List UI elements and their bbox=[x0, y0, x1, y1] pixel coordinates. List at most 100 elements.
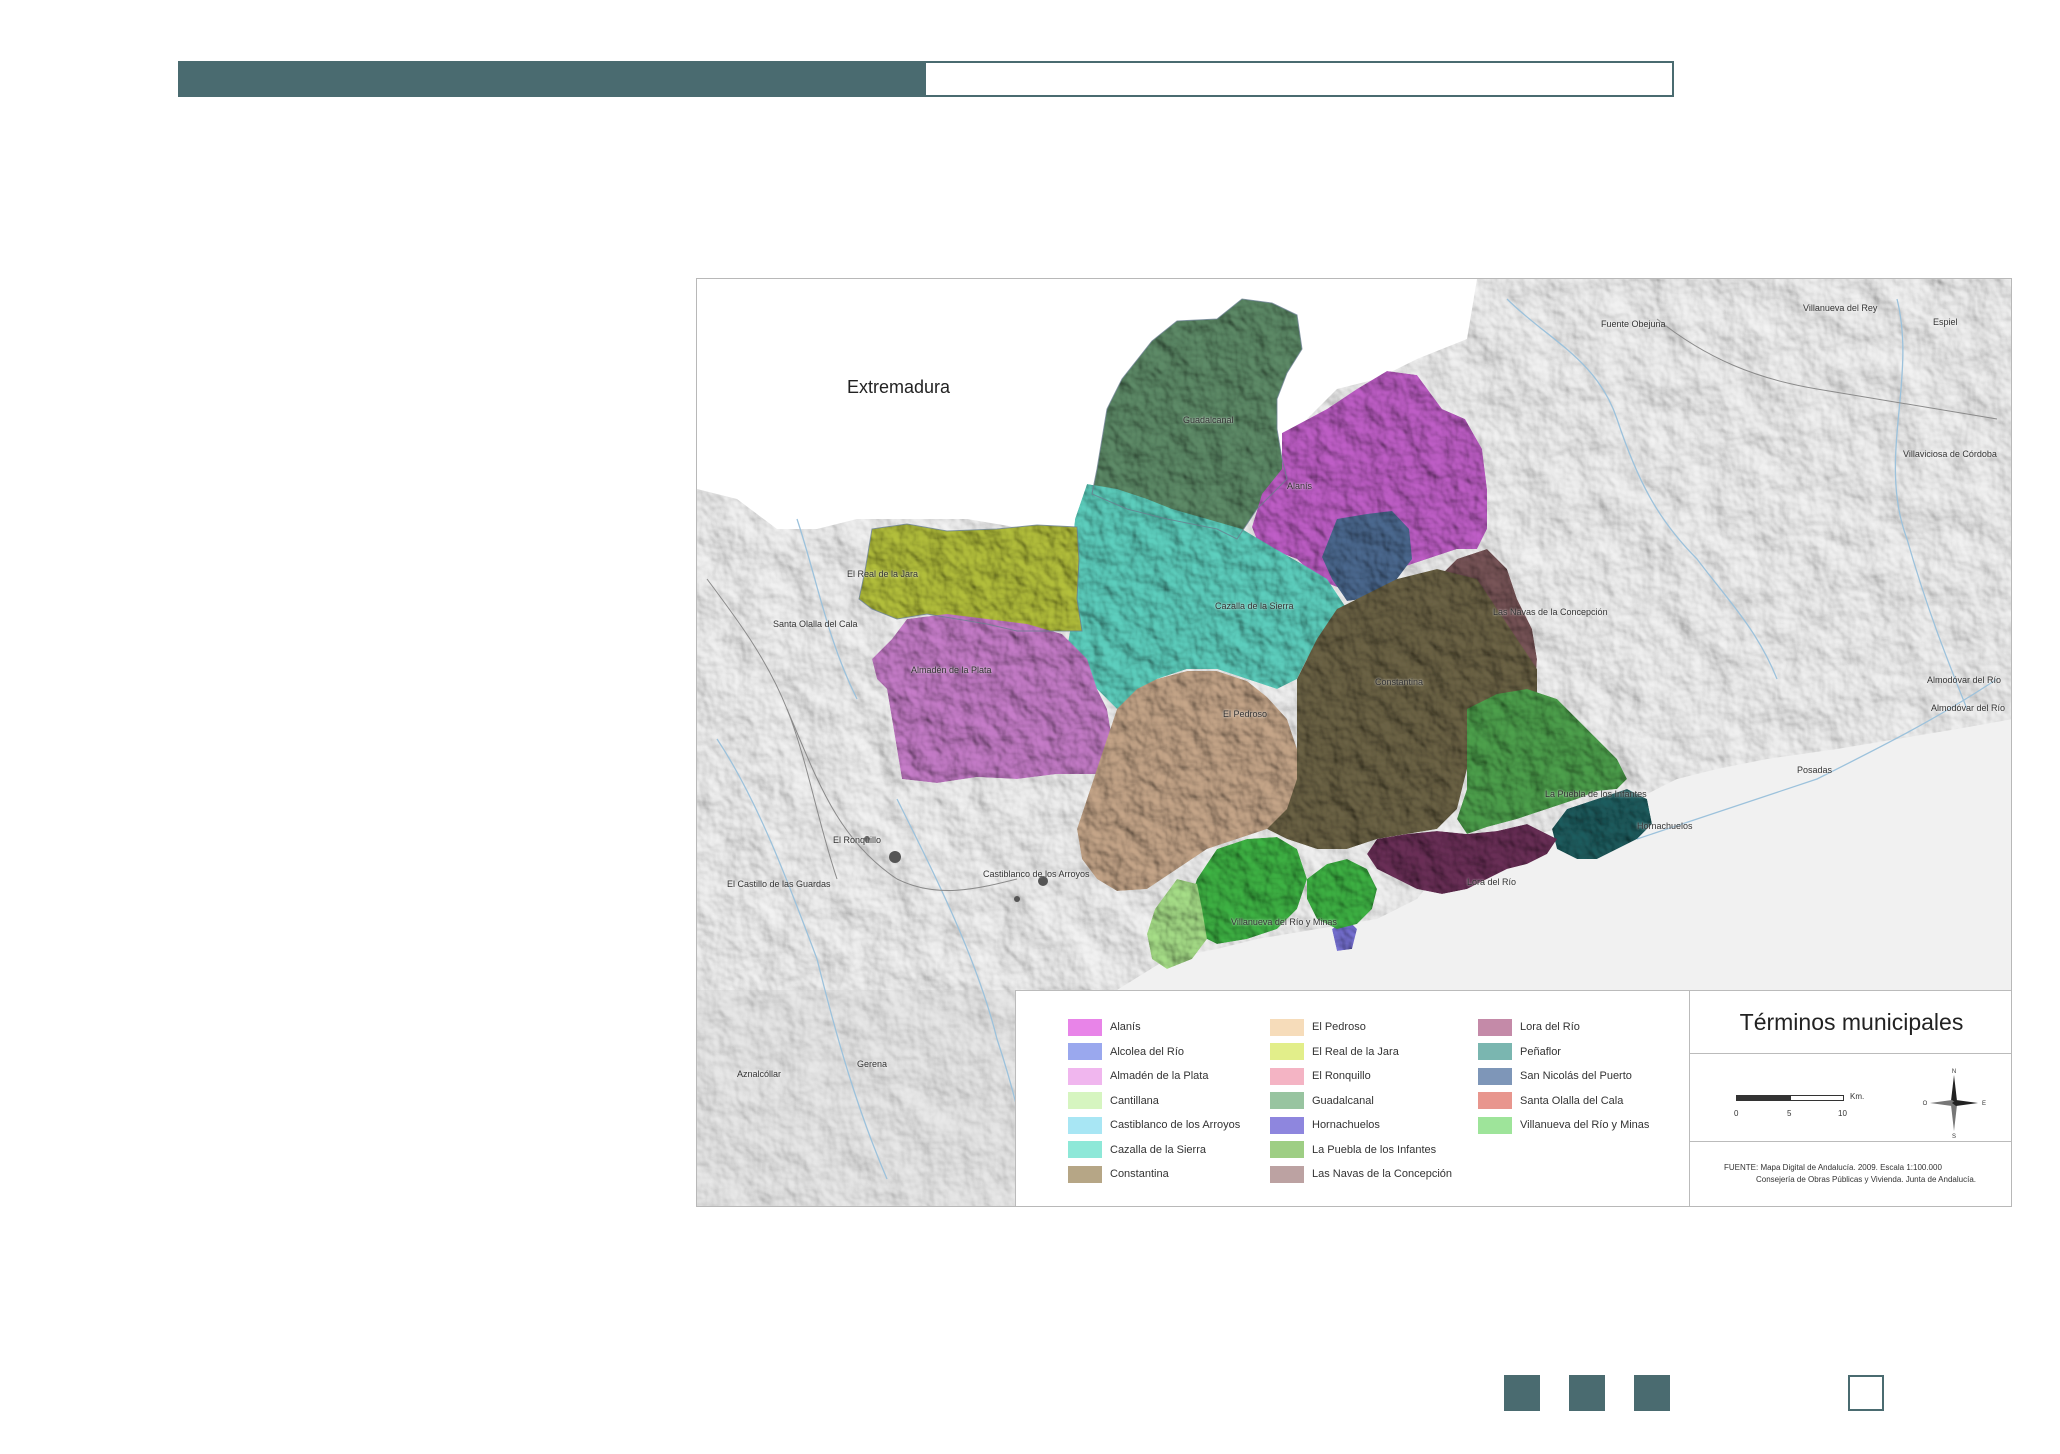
legend-label: Guadalcanal bbox=[1312, 1094, 1374, 1107]
compass-s: S bbox=[1952, 1134, 1956, 1139]
legend-item: Constantina bbox=[1068, 1162, 1240, 1187]
scale-tick: 0 bbox=[1734, 1109, 1739, 1118]
legend-label: El Ronquillo bbox=[1312, 1070, 1371, 1083]
legend-swatch bbox=[1068, 1092, 1102, 1110]
legend-label: El Real de la Jara bbox=[1312, 1045, 1399, 1058]
legend-item: El Ronquillo bbox=[1270, 1064, 1452, 1089]
legend-label: Las Navas de la Concepción bbox=[1312, 1168, 1453, 1181]
legend-label: Santa Olalla del Cala bbox=[1520, 1094, 1624, 1107]
legend-column-1: Alanís Alcolea del Río Almadén de la Pla… bbox=[1068, 1015, 1240, 1187]
label-espiel: Espiel bbox=[1933, 317, 1958, 327]
legend-label: Almadén de la Plata bbox=[1110, 1070, 1209, 1083]
legend-swatch bbox=[1478, 1067, 1512, 1085]
legend-item: San Nicolás del Puerto bbox=[1478, 1064, 1649, 1089]
legend-label: Cazalla de la Sierra bbox=[1110, 1143, 1206, 1156]
label-almaden: Almadén de la Plata bbox=[911, 665, 992, 675]
map-title-box: Términos municipales Km. 0 5 10 N S E O … bbox=[1689, 990, 2011, 1206]
legend-item: Villanueva del Río y Minas bbox=[1478, 1113, 1649, 1138]
legend-swatch bbox=[1478, 1116, 1512, 1134]
legend-item: Alanís bbox=[1068, 1015, 1240, 1040]
legend-swatch bbox=[1478, 1018, 1512, 1036]
label-aznalcollar: Aznalcóllar bbox=[737, 1069, 782, 1079]
legend-swatch bbox=[1478, 1043, 1512, 1061]
legend-label: El Pedroso bbox=[1312, 1021, 1366, 1034]
legend-label: Peñaflor bbox=[1520, 1045, 1561, 1058]
legend-label: Constantina bbox=[1110, 1168, 1169, 1181]
source-separator bbox=[1690, 1141, 2011, 1142]
legend-item: Alcolea del Río bbox=[1068, 1040, 1240, 1065]
label-santa-olalla: Santa Olalla del Cala bbox=[773, 619, 858, 629]
scale-bar-dark-segment bbox=[1737, 1096, 1791, 1100]
legend-label: Castiblanco de los Arroyos bbox=[1110, 1119, 1241, 1132]
legend-swatch bbox=[1270, 1165, 1304, 1183]
label-real-jara: El Real de la Jara bbox=[847, 569, 919, 579]
label-navas: Las Navas de la Concepción bbox=[1493, 607, 1608, 617]
nav-square-empty[interactable] bbox=[1848, 1375, 1884, 1411]
scale-bar bbox=[1736, 1095, 1844, 1101]
label-constantina: Constantina bbox=[1375, 677, 1424, 687]
label-almodovar-1: Almodóvar del Río bbox=[1927, 675, 2002, 685]
label-castillo-guardas: El Castillo de las Guardas bbox=[727, 879, 831, 889]
nav-square-2[interactable] bbox=[1569, 1375, 1605, 1411]
compass-w: O bbox=[1923, 1101, 1928, 1107]
label-alanis: Alanís bbox=[1287, 481, 1313, 491]
legend-item: Peñaflor bbox=[1478, 1040, 1649, 1065]
label-fuente-obejuna: Fuente Obejuna bbox=[1601, 319, 1666, 329]
legend-swatch bbox=[1068, 1165, 1102, 1183]
legend-item: Hornachuelos bbox=[1270, 1113, 1452, 1138]
legend-swatch bbox=[1068, 1067, 1102, 1085]
legend-swatch bbox=[1068, 1043, 1102, 1061]
label-guadalcanal: Guadalcanal bbox=[1183, 415, 1234, 425]
scale-tick: 10 bbox=[1838, 1109, 1847, 1118]
legend-swatch bbox=[1270, 1116, 1304, 1134]
legend-item: La Puebla de los Infantes bbox=[1270, 1138, 1452, 1163]
legend-swatch bbox=[1270, 1018, 1304, 1036]
legend-item: El Real de la Jara bbox=[1270, 1040, 1452, 1065]
legend-item: Las Navas de la Concepción bbox=[1270, 1162, 1452, 1187]
label-almodovar-2: Almodóvar del Río bbox=[1931, 703, 2006, 713]
scale-unit: Km. bbox=[1850, 1092, 1865, 1101]
map-frame: Extremadura Guadalcanal Alanís El Real d… bbox=[696, 278, 2012, 1207]
legend-item: Cazalla de la Sierra bbox=[1068, 1138, 1240, 1163]
legend: Alanís Alcolea del Río Almadén de la Pla… bbox=[1015, 990, 1690, 1206]
legend-item: Almadén de la Plata bbox=[1068, 1064, 1240, 1089]
scale-tick: 5 bbox=[1787, 1109, 1792, 1118]
label-villanueva: Villanueva del Río y Minas bbox=[1231, 917, 1337, 927]
map-title: Términos municipales bbox=[1739, 1009, 1964, 1035]
legend-label: Lora del Río bbox=[1520, 1021, 1580, 1034]
legend-swatch bbox=[1270, 1067, 1304, 1085]
header-bar-fill bbox=[180, 63, 926, 95]
label-castiblanco: Castiblanco de los Arroyos bbox=[983, 869, 1090, 879]
north-arrow-icon: N S E O bbox=[1923, 1069, 1986, 1139]
label-hornachuelos: Hornachuelos bbox=[1637, 821, 1693, 831]
nav-square-3[interactable] bbox=[1634, 1375, 1670, 1411]
label-villaviciosa: Villaviciosa de Córdoba bbox=[1903, 449, 1997, 459]
label-gerena: Gerena bbox=[857, 1059, 888, 1069]
legend-swatch bbox=[1478, 1092, 1512, 1110]
legend-swatch bbox=[1270, 1043, 1304, 1061]
legend-swatch bbox=[1270, 1092, 1304, 1110]
legend-item: Castiblanco de los Arroyos bbox=[1068, 1113, 1240, 1138]
label-puebla: La Puebla de los Infantes bbox=[1545, 789, 1647, 799]
legend-item: Santa Olalla del Cala bbox=[1478, 1089, 1649, 1114]
legend-label: Cantillana bbox=[1110, 1094, 1159, 1107]
legend-swatch bbox=[1068, 1018, 1102, 1036]
legend-label: Alanís bbox=[1110, 1021, 1141, 1034]
label-posadas: Posadas bbox=[1797, 765, 1833, 775]
legend-column-3: Lora del Río Peñaflor San Nicolás del Pu… bbox=[1478, 1015, 1649, 1138]
nav-square-1[interactable] bbox=[1504, 1375, 1540, 1411]
compass-e: E bbox=[1982, 1101, 1986, 1107]
compass-n: N bbox=[1952, 1069, 1956, 1075]
header-bar bbox=[178, 61, 1674, 97]
label-extremadura: Extremadura bbox=[847, 377, 951, 397]
legend-label: Alcolea del Río bbox=[1110, 1045, 1184, 1058]
legend-label: La Puebla de los Infantes bbox=[1312, 1143, 1437, 1156]
legend-item: Lora del Río bbox=[1478, 1015, 1649, 1040]
source-line-2: Consejería de Obras Públicas y Vivienda.… bbox=[1756, 1175, 1976, 1184]
label-el-ronquillo: El Ronquillo bbox=[833, 835, 882, 845]
legend-swatch bbox=[1068, 1141, 1102, 1159]
source-line-1: FUENTE: Mapa Digital de Andalucía. 2009.… bbox=[1724, 1163, 1942, 1172]
label-lora: Lora del Río bbox=[1467, 877, 1517, 887]
legend-item: Guadalcanal bbox=[1270, 1089, 1452, 1114]
legend-item: El Pedroso bbox=[1270, 1015, 1452, 1040]
